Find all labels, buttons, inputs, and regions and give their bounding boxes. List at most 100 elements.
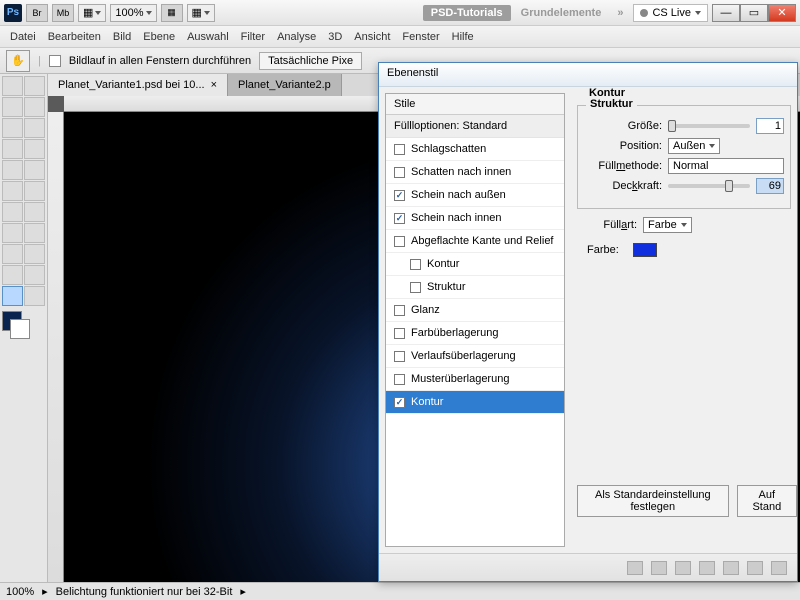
style-item-8[interactable]: Farbüberlagerung bbox=[386, 322, 564, 345]
tool-lasso[interactable] bbox=[2, 97, 23, 117]
style-checkbox[interactable] bbox=[394, 144, 405, 155]
new-icon[interactable] bbox=[747, 561, 763, 575]
size-slider[interactable] bbox=[668, 124, 750, 128]
tool-marquee[interactable] bbox=[24, 76, 45, 96]
screen-mode-dropdown[interactable]: ▦ bbox=[78, 4, 106, 22]
style-checkbox[interactable] bbox=[410, 282, 421, 293]
opacity-slider[interactable] bbox=[668, 184, 750, 188]
style-checkbox[interactable] bbox=[394, 351, 405, 362]
doc-tab-1[interactable]: Planet_Variante1.psd bei 10...× bbox=[48, 74, 228, 96]
style-checkbox[interactable] bbox=[394, 213, 405, 224]
trash-icon[interactable] bbox=[771, 561, 787, 575]
status-zoom[interactable]: 100% bbox=[6, 586, 34, 598]
opacity-input[interactable] bbox=[756, 178, 784, 194]
tool-stamp[interactable] bbox=[2, 160, 23, 180]
current-tool-icon[interactable]: ✋ bbox=[6, 50, 30, 72]
style-list-header[interactable]: Stile bbox=[386, 94, 564, 115]
tool-dodge[interactable] bbox=[24, 202, 45, 222]
style-checkbox[interactable] bbox=[394, 236, 405, 247]
background-swatch[interactable] bbox=[10, 319, 30, 339]
style-item-7[interactable]: Glanz bbox=[386, 299, 564, 322]
style-item-9[interactable]: Verlaufsüberlagerung bbox=[386, 345, 564, 368]
position-value: Außen bbox=[673, 140, 705, 152]
style-checkbox[interactable] bbox=[394, 190, 405, 201]
fill-options[interactable]: Füllloptionen: Standard bbox=[386, 115, 564, 138]
style-item-6[interactable]: Struktur bbox=[386, 276, 564, 299]
tool-zoom[interactable] bbox=[24, 286, 45, 306]
position-dropdown[interactable]: Außen bbox=[668, 138, 720, 154]
style-item-10[interactable]: Musterüberlagerung bbox=[386, 368, 564, 391]
menu-datei[interactable]: Datei bbox=[10, 31, 36, 43]
workspace-active[interactable]: PSD-Tutorials bbox=[423, 5, 511, 21]
style-item-5[interactable]: Kontur bbox=[386, 253, 564, 276]
actual-pixels-button[interactable]: Tatsächliche Pixe bbox=[259, 52, 362, 70]
scroll-all-checkbox[interactable] bbox=[49, 55, 61, 67]
menu-analyse[interactable]: Analyse bbox=[277, 31, 316, 43]
menu-ebene[interactable]: Ebene bbox=[143, 31, 175, 43]
style-checkbox[interactable] bbox=[394, 167, 405, 178]
view-extras-button[interactable]: ▦ bbox=[161, 4, 183, 22]
zoom-dropdown[interactable]: 100% bbox=[110, 4, 156, 22]
style-item-11[interactable]: Kontur bbox=[386, 391, 564, 414]
tool-eraser[interactable] bbox=[2, 181, 23, 201]
color-swatch[interactable] bbox=[633, 243, 657, 257]
menu-bild[interactable]: Bild bbox=[113, 31, 131, 43]
tool-history[interactable] bbox=[24, 160, 45, 180]
fillart-dropdown[interactable]: Farbe bbox=[643, 217, 692, 233]
link-icon[interactable] bbox=[627, 561, 643, 575]
size-input[interactable] bbox=[756, 118, 784, 134]
tool-gradient[interactable] bbox=[24, 181, 45, 201]
maximize-button[interactable]: ▭ bbox=[740, 4, 768, 22]
style-checkbox[interactable] bbox=[410, 259, 421, 270]
reset-button[interactable]: Auf Stand bbox=[737, 485, 797, 517]
style-checkbox[interactable] bbox=[394, 305, 405, 316]
menu-ansicht[interactable]: Ansicht bbox=[354, 31, 390, 43]
style-item-1[interactable]: Schatten nach innen bbox=[386, 161, 564, 184]
tool-path[interactable] bbox=[2, 244, 23, 264]
color-swatches[interactable] bbox=[2, 311, 45, 339]
style-item-2[interactable]: Schein nach außen bbox=[386, 184, 564, 207]
tool-blur[interactable] bbox=[2, 202, 23, 222]
close-icon[interactable]: × bbox=[211, 79, 217, 91]
dialog-title[interactable]: Ebenenstil bbox=[379, 63, 797, 87]
style-item-4[interactable]: Abgeflachte Kante und Relief bbox=[386, 230, 564, 253]
menu-bearbeiten[interactable]: Bearbeiten bbox=[48, 31, 101, 43]
cslive-button[interactable]: CS Live bbox=[633, 4, 708, 22]
menu-fenster[interactable]: Fenster bbox=[402, 31, 439, 43]
tool-crop[interactable] bbox=[2, 118, 23, 138]
set-default-button[interactable]: Als Standardeinstellung festlegen bbox=[577, 485, 729, 517]
tool-hand[interactable] bbox=[2, 286, 23, 306]
menu-auswahl[interactable]: Auswahl bbox=[187, 31, 229, 43]
tool-move[interactable] bbox=[2, 76, 23, 96]
tool-shape[interactable] bbox=[24, 244, 45, 264]
tool-eyedropper[interactable] bbox=[24, 118, 45, 138]
tool-heal[interactable] bbox=[2, 139, 23, 159]
workspace-more[interactable]: » bbox=[611, 7, 629, 19]
tool-wand[interactable] bbox=[24, 97, 45, 117]
style-checkbox[interactable] bbox=[394, 374, 405, 385]
minimize-button[interactable]: — bbox=[712, 4, 740, 22]
tool-type[interactable] bbox=[24, 223, 45, 243]
menu-filter[interactable]: Filter bbox=[241, 31, 265, 43]
style-item-3[interactable]: Schein nach innen bbox=[386, 207, 564, 230]
doc-tab-2[interactable]: Planet_Variante2.p bbox=[228, 74, 342, 96]
minibridge-button[interactable]: Mb bbox=[52, 4, 74, 22]
fillmode-dropdown[interactable]: Normal bbox=[668, 158, 784, 174]
fx-icon[interactable] bbox=[651, 561, 667, 575]
style-checkbox[interactable] bbox=[394, 328, 405, 339]
style-item-0[interactable]: Schlagschatten bbox=[386, 138, 564, 161]
tool-brush[interactable] bbox=[24, 139, 45, 159]
style-checkbox[interactable] bbox=[394, 397, 405, 408]
arrange-dropdown[interactable]: ▦ bbox=[187, 4, 215, 22]
bridge-button[interactable]: Br bbox=[26, 4, 48, 22]
close-button[interactable]: ✕ bbox=[768, 4, 796, 22]
tool-3dcam[interactable] bbox=[24, 265, 45, 285]
menu-3d[interactable]: 3D bbox=[328, 31, 342, 43]
group-icon[interactable] bbox=[723, 561, 739, 575]
mask-icon[interactable] bbox=[675, 561, 691, 575]
tool-3d[interactable] bbox=[2, 265, 23, 285]
menu-hilfe[interactable]: Hilfe bbox=[452, 31, 474, 43]
tool-pen[interactable] bbox=[2, 223, 23, 243]
workspace-other[interactable]: Grundelemente bbox=[515, 7, 608, 19]
adjust-icon[interactable] bbox=[699, 561, 715, 575]
